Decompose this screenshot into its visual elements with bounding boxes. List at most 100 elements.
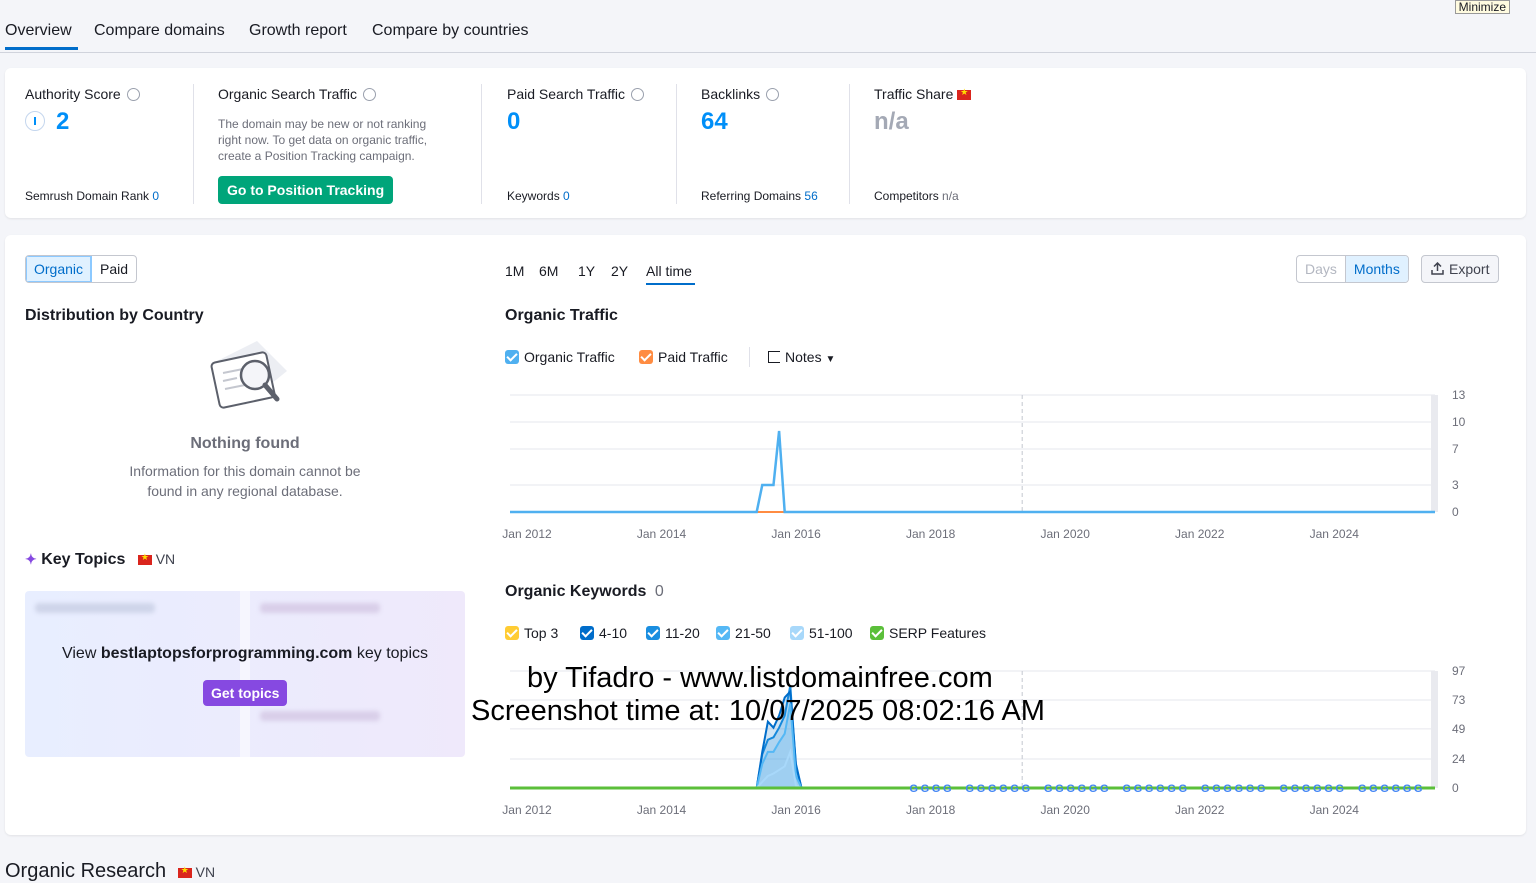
- competitors: Competitors n/a: [874, 189, 959, 203]
- period-6m[interactable]: 6M: [539, 263, 558, 279]
- google-update-icon: G: [1391, 783, 1400, 795]
- chart-edge-band: [1431, 671, 1438, 788]
- legend-organic-traffic[interactable]: Organic Traffic: [505, 349, 615, 365]
- google-update-icon: G: [1212, 783, 1221, 795]
- google-update-icon: G: [988, 783, 997, 795]
- google-update-icon: G: [909, 783, 918, 795]
- google-update-icon: G: [1380, 783, 1389, 795]
- period-2y[interactable]: 2Y: [611, 263, 628, 279]
- legend-21-50[interactable]: 21-50: [716, 625, 771, 641]
- checkbox-icon: [716, 626, 730, 640]
- chevron-down-icon: ▼: [825, 354, 835, 365]
- tab-overview[interactable]: Overview: [5, 22, 72, 40]
- blurred-placeholder: [260, 711, 380, 721]
- key-topics-domain: bestlaptopsforprogramming.com: [101, 645, 353, 662]
- legend-top-3[interactable]: Top 3: [505, 625, 558, 641]
- x-tick-label: Jan 2014: [637, 527, 687, 541]
- nothing-found-message: Information for this domain cannot be fo…: [25, 461, 465, 501]
- backlinks-value[interactable]: 64: [701, 108, 728, 136]
- key-topics-message: View bestlaptopsforprogramming.com key t…: [25, 645, 465, 663]
- months-button[interactable]: Months: [1346, 256, 1408, 282]
- granularity-toggle: Days Months: [1296, 255, 1409, 283]
- tab-growth-report[interactable]: Growth report: [249, 22, 347, 40]
- paid-keywords-value[interactable]: 0: [563, 189, 570, 203]
- google-update-icon: G: [1145, 783, 1154, 795]
- export-button[interactable]: Export: [1421, 255, 1499, 283]
- google-update-icon: G: [1257, 783, 1266, 795]
- tab-compare-by-countries[interactable]: Compare by countries: [372, 22, 529, 40]
- legend-51-100[interactable]: 51-100: [790, 625, 853, 641]
- minimize-button[interactable]: Minimize: [1455, 0, 1510, 14]
- checkbox-icon: [646, 626, 660, 640]
- info-icon[interactable]: [363, 88, 376, 101]
- authority-score-value[interactable]: 2: [56, 108, 69, 136]
- google-update-icon: G: [1100, 783, 1109, 795]
- y-tick-label: 10: [1452, 415, 1466, 429]
- tab-compare-domains[interactable]: Compare domains: [94, 22, 225, 40]
- key-topics-header: ✦ Key Topics VN: [25, 551, 175, 569]
- organic-search-traffic-label: Organic Search Traffic: [218, 86, 376, 102]
- vietnam-flag-icon: [957, 90, 971, 100]
- checkbox-icon: [790, 626, 804, 640]
- legend-4-10[interactable]: 4-10: [580, 625, 627, 641]
- y-tick-label: 13: [1452, 388, 1466, 402]
- magnifier-illustration-icon: [201, 335, 291, 420]
- y-tick-label: 24: [1452, 752, 1466, 766]
- traffic-share-value: n/a: [874, 108, 909, 136]
- legend-paid-traffic[interactable]: Paid Traffic: [639, 349, 728, 365]
- y-tick-label: 0: [1452, 781, 1459, 795]
- active-period-indicator: [646, 283, 695, 285]
- google-update-icon: G: [1055, 783, 1064, 795]
- legend-11-20[interactable]: 11-20: [646, 625, 700, 641]
- x-tick-label: Jan 2014: [637, 803, 687, 817]
- watermark-line-2: Screenshot time at: 10/07/2025 08:02:16 …: [471, 695, 1045, 728]
- google-update-icon: G: [1122, 783, 1131, 795]
- organic-traffic-title: Organic Traffic: [505, 307, 618, 325]
- google-update-icon: G: [1369, 783, 1378, 795]
- google-update-icon: G: [1223, 783, 1232, 795]
- google-update-icon: G: [1044, 783, 1053, 795]
- checkbox-icon: [505, 350, 519, 364]
- nothing-found-title: Nothing found: [25, 435, 465, 453]
- go-to-position-tracking-button[interactable]: Go to Position Tracking: [218, 176, 393, 204]
- days-button[interactable]: Days: [1297, 256, 1346, 282]
- x-tick-label: Jan 2020: [1040, 527, 1090, 541]
- x-tick-label: Jan 2024: [1310, 527, 1360, 541]
- x-tick-label: Jan 2024: [1310, 803, 1360, 817]
- sparkle-icon: ✦: [25, 551, 37, 567]
- period-1m[interactable]: 1M: [505, 263, 524, 279]
- authority-score-gauge-icon: [25, 111, 45, 131]
- period-selector: 1M 6M 1Y 2Y All time: [505, 263, 725, 293]
- period-1y[interactable]: 1Y: [578, 263, 595, 279]
- google-update-icon: G: [1021, 783, 1030, 795]
- authority-score-label: Authority Score: [25, 86, 140, 102]
- chart-edge-band: [1431, 395, 1438, 512]
- y-tick-label: 7: [1452, 442, 1459, 456]
- referring-domains-value[interactable]: 56: [804, 189, 817, 203]
- info-icon[interactable]: [127, 88, 140, 101]
- organic-toggle-button[interactable]: Organic: [26, 256, 92, 282]
- x-tick-label: Jan 2020: [1040, 803, 1090, 817]
- paid-search-traffic-value[interactable]: 0: [507, 108, 520, 136]
- period-all-time[interactable]: All time: [646, 263, 692, 279]
- main-card: Organic Paid 1M 6M 1Y 2Y All time Days M…: [5, 235, 1526, 835]
- google-update-icon: G: [1134, 783, 1143, 795]
- series-line-organic-traffic: [510, 431, 1435, 512]
- info-icon[interactable]: [631, 88, 644, 101]
- domain-rank: Semrush Domain Rank 0: [25, 189, 159, 203]
- legend-serp-features[interactable]: SERP Features: [870, 625, 986, 641]
- google-update-icon: G: [965, 783, 974, 795]
- google-update-icon: G: [1167, 783, 1176, 795]
- organic-keywords-title: Organic Keywords 0: [505, 583, 664, 601]
- paid-toggle-button[interactable]: Paid: [92, 256, 136, 282]
- google-update-icon: G: [1313, 783, 1322, 795]
- domain-rank-value[interactable]: 0: [152, 189, 159, 203]
- vietnam-flag-icon: [138, 555, 152, 565]
- google-update-icon: G: [1235, 783, 1244, 795]
- organic-traffic-chart[interactable]: 0371013Jan 2012Jan 2014Jan 2016Jan 2018J…: [495, 380, 1475, 550]
- info-icon[interactable]: [766, 88, 779, 101]
- key-topics-country: VN: [156, 551, 175, 567]
- summary-card: Authority Score 2 Semrush Domain Rank 0 …: [5, 68, 1526, 218]
- get-topics-button[interactable]: Get topics: [203, 680, 287, 706]
- notes-dropdown[interactable]: Notes ▼: [768, 349, 835, 365]
